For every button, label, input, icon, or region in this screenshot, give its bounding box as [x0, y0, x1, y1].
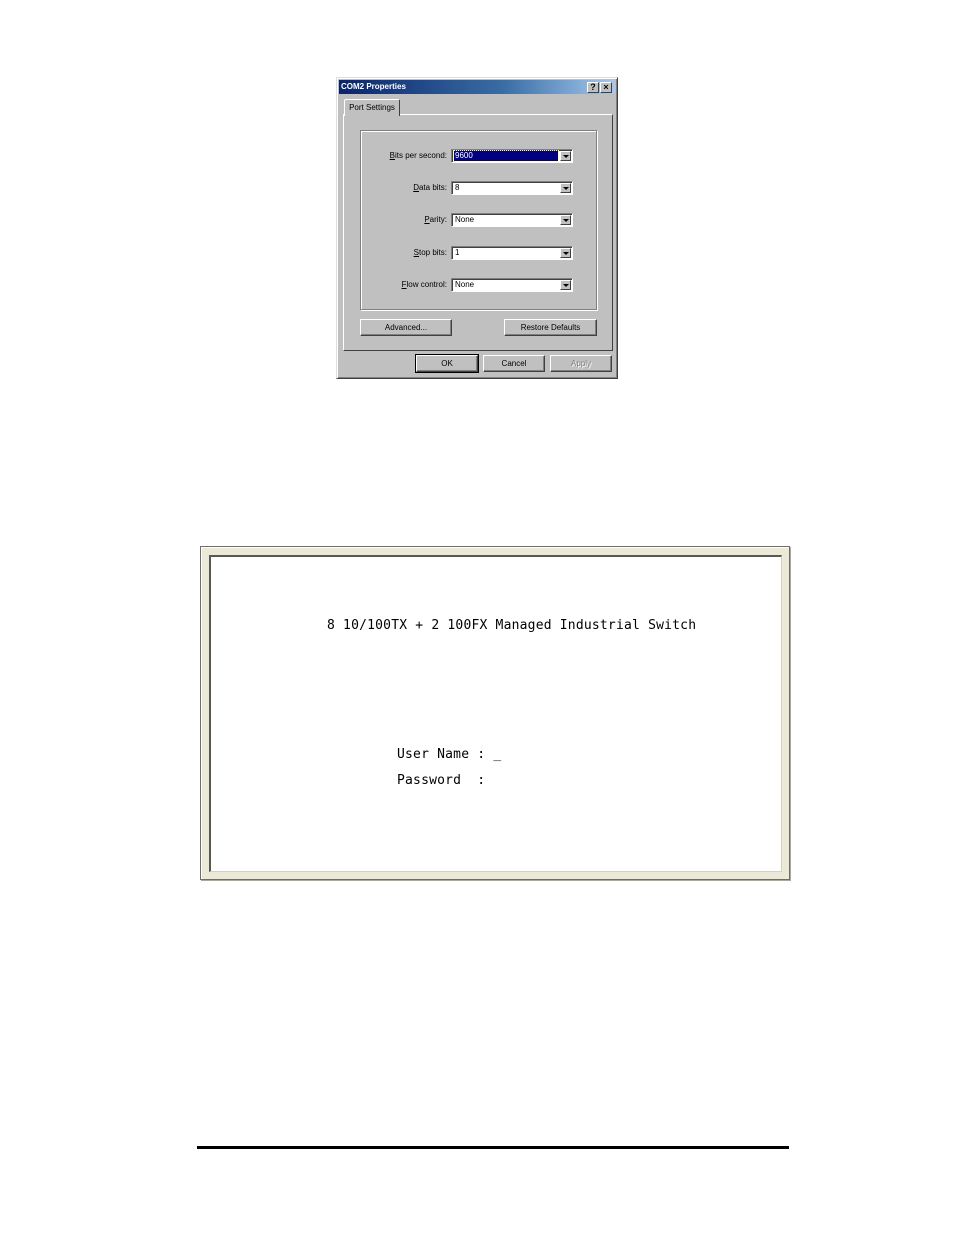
restore-defaults-button[interactable]: Restore Defaults: [504, 319, 597, 336]
close-icon: ×: [603, 82, 609, 92]
username-prompt[interactable]: User Name : _: [397, 747, 501, 762]
parity-select[interactable]: None: [451, 213, 573, 227]
tab-label: Port Settings: [349, 103, 395, 112]
parity-value: None: [455, 215, 475, 224]
chevron-down-icon[interactable]: [560, 183, 571, 193]
switch-banner: 8 10/100TX + 2 100FX Managed Industrial …: [327, 618, 697, 633]
dialog-titlebar[interactable]: COM2 Properties ? ×: [339, 80, 615, 94]
tab-port-settings[interactable]: Port Settings: [344, 99, 400, 116]
ok-button[interactable]: OK: [415, 354, 479, 373]
bits-per-second-label: Bits per second:: [389, 151, 447, 160]
ok-button-label: OK: [441, 359, 453, 368]
terminal-window: 8 10/100TX + 2 100FX Managed Industrial …: [200, 546, 790, 880]
restore-defaults-label: Restore Defaults: [520, 323, 581, 332]
flow-control-value: None: [455, 280, 475, 289]
chevron-down-icon[interactable]: [560, 215, 571, 225]
advanced-button-label: Advanced...: [384, 323, 428, 332]
flow-control-label: Flow control:: [401, 280, 447, 289]
com2-properties-dialog: COM2 Properties ? × Port Settings Bits p…: [336, 77, 618, 379]
terminal-screen[interactable]: 8 10/100TX + 2 100FX Managed Industrial …: [209, 555, 782, 872]
apply-button[interactable]: Apply: [550, 355, 612, 372]
cancel-button[interactable]: Cancel: [483, 355, 545, 372]
password-prompt[interactable]: Password :: [397, 773, 485, 788]
data-bits-select[interactable]: 8: [451, 181, 573, 195]
stop-bits-select[interactable]: 1: [451, 246, 573, 260]
flow-control-row: Flow control: None: [361, 278, 596, 292]
chevron-down-icon[interactable]: [560, 248, 571, 258]
apply-button-label: Apply: [570, 359, 591, 368]
data-bits-row: Data bits: 8: [361, 181, 596, 195]
bits-per-second-value: 9600: [453, 150, 559, 162]
parity-label: Parity:: [424, 215, 447, 224]
stop-bits-row: Stop bits: 1: [361, 246, 596, 260]
close-button[interactable]: ×: [600, 82, 612, 93]
cancel-button-label: Cancel: [501, 359, 527, 368]
help-button[interactable]: ?: [587, 82, 599, 93]
chevron-down-icon[interactable]: [560, 280, 571, 290]
flow-control-select[interactable]: None: [451, 278, 573, 292]
stop-bits-label: Stop bits:: [413, 248, 447, 257]
bits-per-second-select[interactable]: 9600: [451, 149, 573, 163]
footer-divider: [197, 1146, 789, 1149]
chevron-down-icon[interactable]: [560, 151, 571, 161]
stop-bits-value: 1: [455, 248, 460, 257]
parity-row: Parity: None: [361, 213, 596, 227]
port-settings-panel: Bits per second: 9600 Data bits: 8 Parit…: [343, 114, 613, 351]
help-icon: ?: [590, 82, 596, 92]
data-bits-label: Data bits:: [413, 183, 447, 192]
advanced-button[interactable]: Advanced...: [360, 319, 452, 336]
dialog-title: COM2 Properties: [341, 82, 406, 91]
bits-per-second-row: Bits per second: 9600: [361, 149, 596, 163]
port-settings-group: Bits per second: 9600 Data bits: 8 Parit…: [360, 130, 597, 310]
data-bits-value: 8: [455, 183, 460, 192]
